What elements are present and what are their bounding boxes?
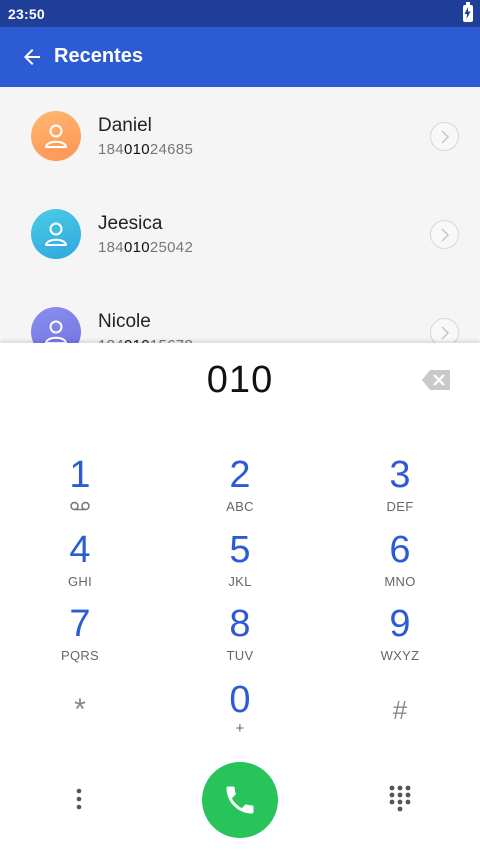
person-icon: [45, 222, 67, 246]
chevron-right-icon[interactable]: [430, 318, 459, 343]
key-6[interactable]: 6 MNO: [340, 530, 460, 602]
key-digit: 5: [229, 529, 251, 571]
key-digit: 1: [69, 454, 91, 496]
dialpad-icon[interactable]: [386, 784, 414, 814]
page-title: Recentes: [54, 45, 143, 67]
avatar: [31, 209, 81, 259]
key-1[interactable]: 1: [20, 455, 140, 527]
key-digit: 3: [389, 454, 411, 496]
contact-number: 18401025042: [98, 239, 194, 256]
chevron-right-icon[interactable]: [430, 220, 459, 249]
key-letters: WXYZ: [380, 648, 420, 663]
key-5[interactable]: 5 JKL: [180, 530, 300, 602]
contact-name: Daniel: [98, 115, 152, 136]
contact-number: 18401024685: [98, 141, 194, 158]
phone-icon: [226, 786, 254, 814]
dialed-number[interactable]: 010: [0, 359, 480, 402]
contact-name: Nicole: [98, 311, 151, 332]
key-digit: 7: [69, 603, 91, 645]
key-letters: PQRS: [60, 648, 100, 663]
key-letters: MNO: [384, 574, 416, 589]
key-9[interactable]: 9 WXYZ: [340, 604, 460, 676]
key-2[interactable]: 2 ABC: [180, 455, 300, 527]
key-digit: 9: [389, 603, 411, 645]
key-letters: ABC: [226, 499, 254, 514]
key-letters: TUV: [226, 648, 254, 663]
status-time: 23:50: [8, 6, 45, 22]
key-letters: +: [235, 720, 245, 737]
dialpad: 010 1 2 ABC 3 DEF 4 GHI 5 JKL 6 MNO 7 PQ…: [0, 343, 480, 853]
call-button[interactable]: [202, 762, 278, 838]
more-options-icon[interactable]: [66, 786, 92, 812]
person-icon: [45, 124, 67, 148]
key-digit: 8: [229, 603, 251, 645]
key-0[interactable]: 0 +: [180, 680, 300, 752]
key-8[interactable]: 8 TUV: [180, 604, 300, 676]
key-digit: 0: [229, 679, 251, 721]
battery-charging-icon: [463, 2, 473, 22]
key-3[interactable]: 3 DEF: [340, 455, 460, 527]
key-7[interactable]: 7 PQRS: [20, 604, 140, 676]
avatar: [31, 111, 81, 161]
key-hash[interactable]: #: [340, 690, 460, 762]
key-digit: 6: [389, 529, 411, 571]
key-letters: JKL: [228, 574, 252, 589]
key-letters: DEF: [386, 499, 414, 514]
list-item[interactable]: Daniel 18401024685: [0, 87, 480, 185]
key-digit: 2: [229, 454, 251, 496]
key-digit: #: [392, 695, 408, 725]
voicemail-icon: [70, 501, 90, 511]
key-letters: GHI: [67, 574, 92, 589]
back-arrow-icon[interactable]: [20, 45, 44, 69]
key-digit: 4: [69, 529, 91, 571]
avatar: [31, 307, 81, 343]
status-bar: 23:50: [0, 0, 480, 27]
backspace-icon[interactable]: [421, 369, 451, 391]
chevron-right-icon[interactable]: [430, 122, 459, 151]
key-star[interactable]: *: [20, 690, 140, 762]
recents-list: Daniel 18401024685 Jeesica 18401025042 N…: [0, 87, 480, 343]
person-icon: [45, 320, 67, 343]
contact-name: Jeesica: [98, 213, 163, 234]
key-4[interactable]: 4 GHI: [20, 530, 140, 602]
key-digit: *: [74, 693, 86, 726]
list-item[interactable]: Jeesica 18401025042: [0, 185, 480, 283]
app-bar: Recentes: [0, 27, 480, 87]
list-item[interactable]: Nicole 18401015678: [0, 283, 480, 343]
